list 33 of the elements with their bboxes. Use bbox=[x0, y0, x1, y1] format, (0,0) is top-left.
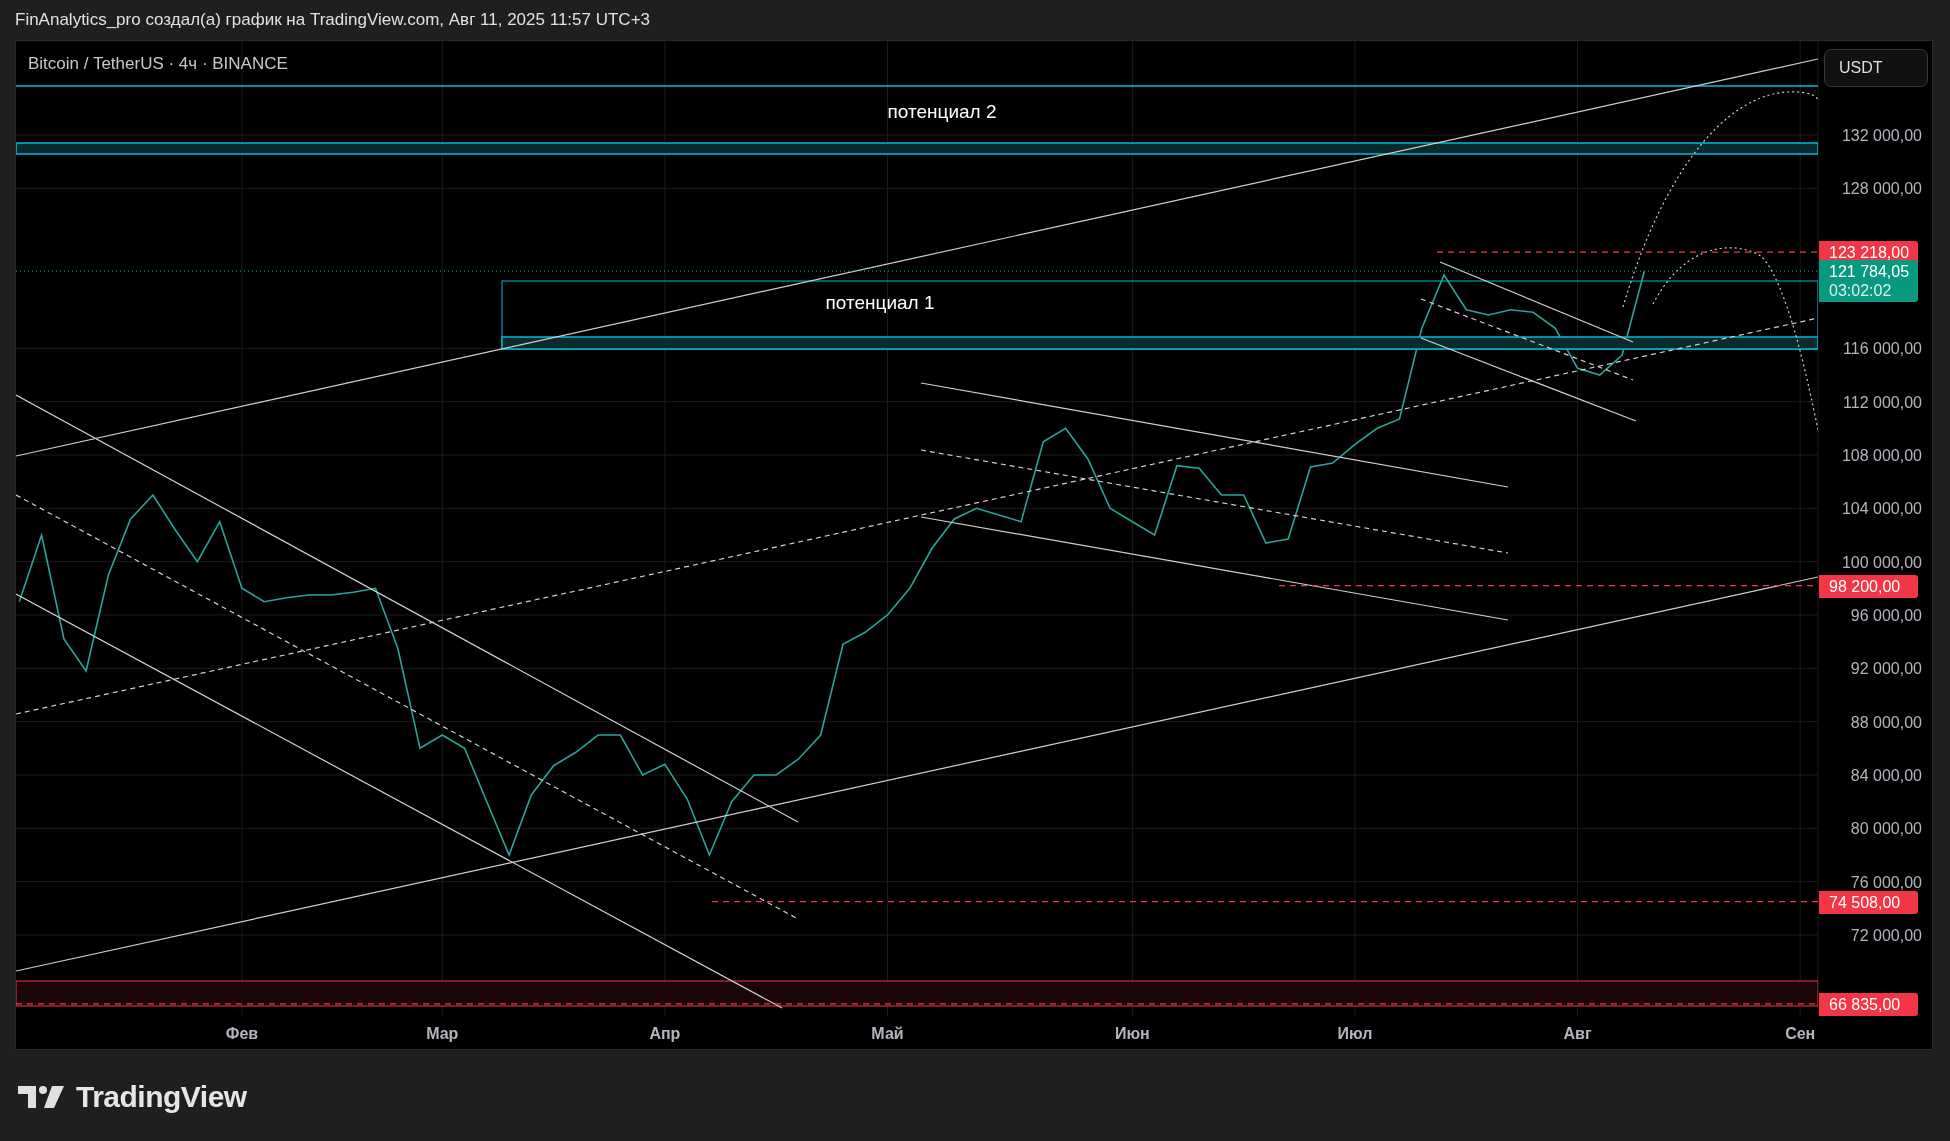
price-tick: 104 000,00 bbox=[1841, 500, 1922, 518]
time-tick: Авг bbox=[1563, 1025, 1592, 1042]
price-marker: 66 835,00 bbox=[1819, 992, 1918, 1016]
logo-icon bbox=[18, 1086, 64, 1108]
time-tick: Май bbox=[871, 1025, 904, 1042]
price-tick: 128 000,00 bbox=[1841, 180, 1922, 198]
currency-button[interactable]: USDT bbox=[1824, 49, 1928, 87]
price-tick: 112 000,00 bbox=[1843, 393, 1922, 411]
price-marker: 98 200,00 bbox=[1819, 574, 1918, 598]
price-tick: 116 000,00 bbox=[1843, 340, 1922, 358]
price-tick: 108 000,00 bbox=[1841, 447, 1922, 464]
time-tick: Сен bbox=[1785, 1025, 1816, 1042]
price-tick: 132 000,00 bbox=[1841, 127, 1922, 144]
price-tick: 76 000,00 bbox=[1850, 873, 1922, 891]
price-tick: 84 000,00 bbox=[1850, 767, 1922, 784]
time-tick: Мар bbox=[426, 1025, 459, 1042]
chart-caption: FinAnalytics_pro создал(а) график на TradingView.com, Авг 11, 2025 11:57 UTC+3 bbox=[15, 10, 651, 30]
time-tick: Апр bbox=[649, 1025, 681, 1042]
zone-label: потенциал 1 bbox=[825, 292, 935, 314]
price-marker: 121 784,05 03:02:02 bbox=[1819, 260, 1918, 303]
price-tick: 88 000,00 bbox=[1850, 713, 1922, 731]
time-tick: Фев bbox=[225, 1025, 259, 1042]
symbol-title: Bitcoin / TetherUS · 4ч · BINANCE bbox=[28, 54, 288, 74]
logo-text: TradingView bbox=[76, 1080, 247, 1114]
time-tick: Июл bbox=[1337, 1025, 1373, 1042]
time-tick: Июн bbox=[1114, 1025, 1150, 1042]
price-tick: 92 000,00 bbox=[1850, 660, 1922, 678]
price-tick: 96 000,00 bbox=[1850, 607, 1922, 624]
price-tick: 72 000,00 bbox=[1850, 927, 1922, 944]
price-tick: 100 000,00 bbox=[1841, 553, 1922, 571]
price-marker: 74 508,00 bbox=[1819, 890, 1918, 914]
price-tick: 80 000,00 bbox=[1850, 820, 1922, 838]
zone-label: потенциал 2 bbox=[887, 101, 997, 123]
